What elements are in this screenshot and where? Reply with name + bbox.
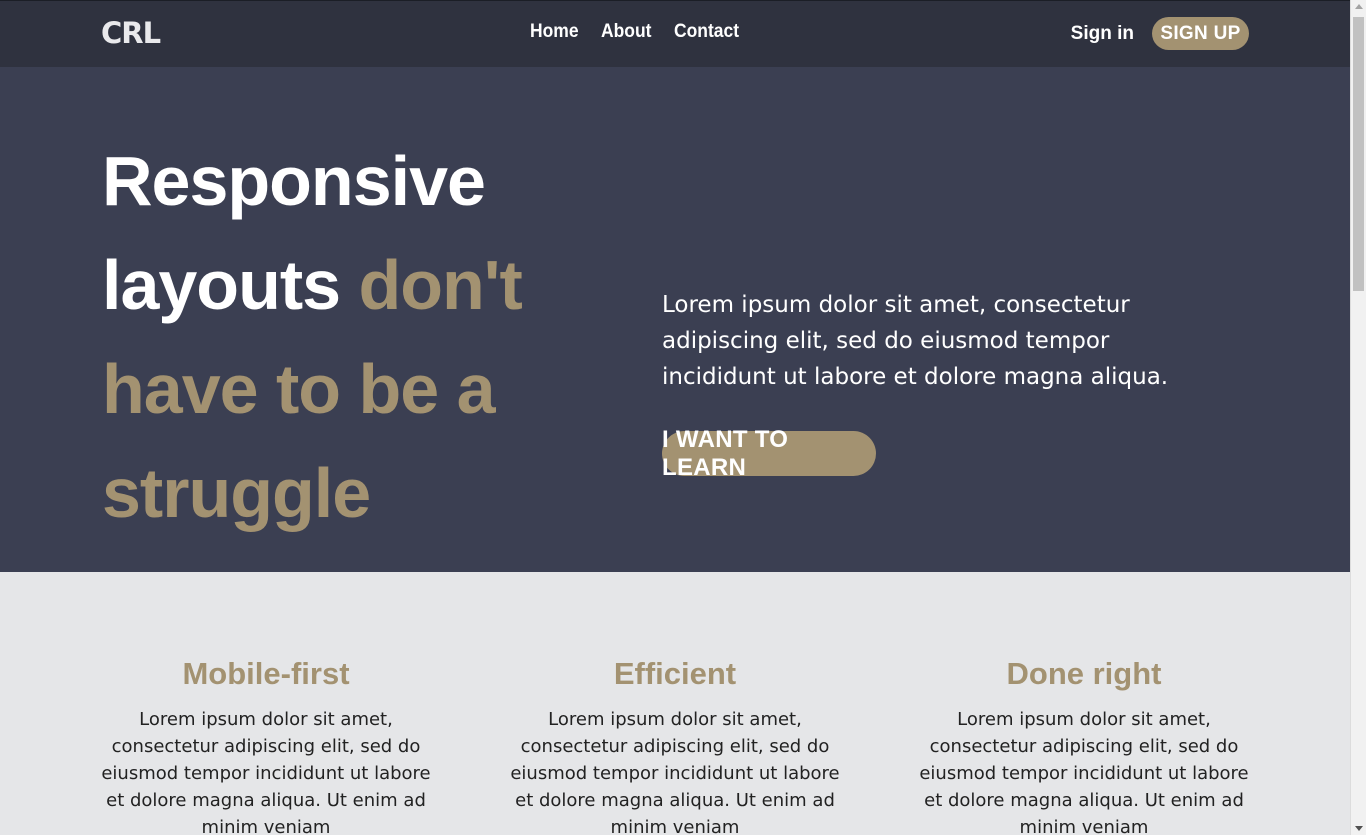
scroll-up-arrow-icon[interactable] <box>1355 4 1363 9</box>
feature-text: Lorem ipsum dolor sit amet, consectetur … <box>101 709 431 835</box>
learn-button[interactable]: I WANT TO LEARN <box>662 426 876 481</box>
feature-text: Lorem ipsum dolor sit amet, consectetur … <box>510 709 840 835</box>
navbar: CRL Home About Contact Sign in SIGN UP <box>0 1 1350 67</box>
feature-title: Mobile-first <box>182 656 350 691</box>
logo[interactable]: CRL <box>101 16 161 50</box>
nav-link-home[interactable]: Home <box>530 21 579 43</box>
features-section: Mobile-first Lorem ipsum dolor sit amet,… <box>0 572 1350 835</box>
hero-description: Lorem ipsum dolor sit amet, consectetur … <box>662 292 1169 390</box>
scrollbar-thumb[interactable] <box>1353 17 1364 291</box>
sign-up-button[interactable]: SIGN UP <box>1152 17 1249 50</box>
vertical-scrollbar[interactable] <box>1350 0 1366 835</box>
scroll-down-arrow-icon[interactable] <box>1355 826 1363 831</box>
feature-text: Lorem ipsum dolor sit amet, consectetur … <box>919 709 1249 835</box>
nav-link-contact[interactable]: Contact <box>674 21 739 43</box>
nav-auth: Sign in SIGN UP <box>1071 17 1249 50</box>
sign-in-link[interactable]: Sign in <box>1071 23 1134 45</box>
hero-title: Responsive layouts don't have to be a st… <box>102 129 523 545</box>
main-nav: Home About Contact <box>530 21 744 43</box>
hero-section: Responsive layouts don't have to be a st… <box>0 67 1350 572</box>
feature-title: Efficient <box>613 656 737 691</box>
nav-link-about[interactable]: About <box>601 21 651 43</box>
feature-done-right: Done right Lorem ipsum dolor sit amet, c… <box>919 656 1249 835</box>
feature-mobile-first: Mobile-first Lorem ipsum dolor sit amet,… <box>101 656 431 835</box>
feature-efficient: Efficient Lorem ipsum dolor sit amet, co… <box>510 656 840 835</box>
feature-title: Done right <box>1006 656 1162 691</box>
